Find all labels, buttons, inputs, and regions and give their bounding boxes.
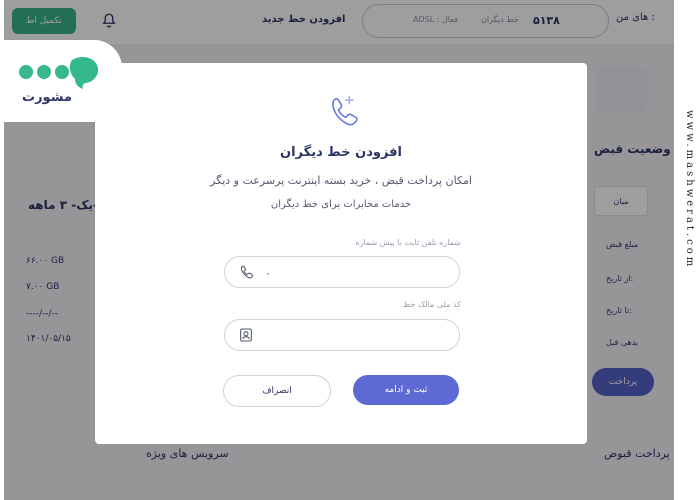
- national-id-field[interactable]: [224, 319, 460, 351]
- modal-description-line1: امکان پرداخت قبض ، خرید بسته اینترنت پرس…: [210, 174, 472, 187]
- modal-description-line2: خدمات مخابرات برای خط دیگران: [270, 199, 412, 210]
- add-other-line-modal: افزودن خط دیگران امکان پرداخت قبض ، خرید…: [95, 63, 587, 444]
- modal-title: افزودن خط دیگران: [280, 145, 402, 160]
- phone-field[interactable]: [224, 256, 460, 288]
- logo-mark-icon: [19, 56, 99, 89]
- national-id-input[interactable]: [263, 326, 447, 346]
- cancel-button[interactable]: انصراف: [223, 375, 331, 407]
- logo-text: مشورت: [22, 90, 72, 105]
- phone-input[interactable]: [263, 263, 447, 283]
- phone-icon: [240, 265, 254, 279]
- screenshot-frame: تکمیل اط افزودن خط جدید ADSL : فعال خط د…: [0, 0, 700, 500]
- phone-plus-icon: [332, 95, 358, 126]
- id-card-icon: [240, 328, 252, 342]
- mashwerat-logo: مشورت: [0, 40, 122, 122]
- watermark: www.mashwerat.com: [684, 110, 695, 270]
- national-id-field-label: کد ملی مالک خط: [402, 300, 461, 309]
- submit-continue-button[interactable]: ثبت و ادامه: [353, 375, 459, 405]
- phone-field-label: شماره تلفن ثابت با پیش شماره: [355, 238, 461, 247]
